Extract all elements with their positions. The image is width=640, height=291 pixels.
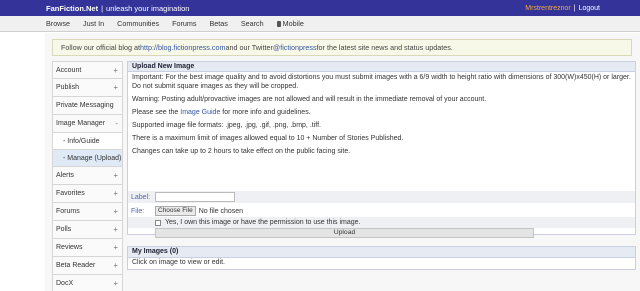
site-logo[interactable]: FanFiction.Net (46, 4, 98, 13)
brand-separator: | (101, 3, 104, 13)
sidebar-item-label: Alerts (56, 172, 74, 179)
sidebar: Account + Publish + Private Messaging Imag… (52, 61, 123, 291)
expand-icon: + (113, 225, 118, 234)
expand-icon: + (113, 207, 118, 216)
sidebar-item-docx[interactable]: DocX + (52, 275, 123, 291)
sidebar-item-label: DocX (56, 280, 74, 287)
logout-link[interactable]: Logout (579, 5, 600, 12)
page-body: Follow our official blog at http://blog.… (45, 33, 640, 291)
nav-mobile[interactable]: Mobile (276, 19, 304, 28)
upload-button[interactable]: Upload (155, 227, 534, 238)
sidebar-item-reviews[interactable]: Reviews + (52, 239, 123, 257)
sidebar-item-label: Polls (56, 226, 72, 233)
permission-label: Yes, I own this image or have the permis… (165, 219, 361, 226)
collapse-icon: - (115, 119, 118, 128)
sidebar-item-label: Favorites (56, 190, 85, 197)
upload-panel: Upload New Image Important: For the best… (127, 61, 636, 238)
sidebar-item-image-manager[interactable]: Image Manager - (52, 115, 123, 133)
announcement-bar: Follow our official blog at http://blog.… (52, 39, 632, 56)
sidebar-item-publish[interactable]: Publish + (52, 79, 123, 97)
notice-text-2: and our Twitter (225, 43, 273, 52)
expand-icon: + (113, 261, 118, 270)
sidebar-item-private-messaging[interactable]: Private Messaging (52, 97, 123, 115)
user-menu: Mrstrentreznor | Logout (525, 5, 600, 12)
nav-mobile-label: Mobile (282, 19, 304, 28)
image-guide-link[interactable]: Image Guide (180, 109, 220, 116)
label-input[interactable] (155, 192, 235, 202)
notice-text-1: Follow our official blog at (61, 43, 140, 52)
nav-forums[interactable]: Forums (172, 19, 196, 28)
file-status: No file chosen (198, 207, 244, 215)
expand-icon: + (113, 279, 118, 288)
sidebar-item-label: Publish (56, 84, 79, 91)
sidebar-item-favorites[interactable]: Favorites + (52, 185, 123, 203)
sidebar-item-beta-reader[interactable]: Beta Reader + (52, 257, 123, 275)
top-bar: FanFiction.Net | unleash your imaginatio… (0, 0, 640, 16)
my-images-panel: My Images (0) Click on image to view or … (127, 246, 636, 270)
guide-note: Please see the Image Guide for more info… (132, 109, 631, 118)
username-link[interactable]: Mrstrentreznor (525, 5, 571, 12)
sidebar-item-label: Reviews (56, 244, 83, 251)
my-images-title: My Images (0) (128, 247, 635, 258)
important-note: Important: For the best image quality an… (132, 74, 631, 90)
sidebar-item-label: - Info/Guide (63, 137, 100, 145)
nav-betas[interactable]: Betas (209, 19, 227, 28)
upload-instructions: Important: For the best image quality an… (128, 72, 635, 157)
limit-note: There is a maximum limit of images allow… (132, 134, 404, 142)
sidebar-item-label: - Manage (Upload) (63, 154, 122, 162)
expand-icon: + (113, 243, 118, 252)
nav-browse[interactable]: Browse (46, 19, 70, 28)
guide-text-after: for more info and guidelines. (220, 108, 311, 116)
sidebar-item-label: Beta Reader (56, 262, 96, 269)
sidebar-item-label: Image Manager (56, 120, 106, 127)
choose-file-button[interactable]: Choose File (155, 206, 196, 216)
notice-text-3: for the latest site news and status upda… (316, 43, 453, 52)
upload-row: Upload (128, 227, 635, 238)
sidebar-item-label: Account (56, 66, 82, 74)
tagline: unleash your imagination (106, 3, 190, 13)
label-row: Label: (128, 191, 635, 203)
formats-note: Supported image file formats: .jpeg, .jp… (132, 121, 321, 129)
user-separator: | (573, 4, 576, 12)
sidebar-item-info-guide[interactable]: - Info/Guide (52, 133, 123, 150)
sidebar-item-label: Forums (56, 208, 80, 215)
my-images-hint: Click on image to view or edit. (132, 259, 225, 266)
phone-icon (276, 20, 281, 27)
nav-communities[interactable]: Communities (117, 19, 159, 28)
sidebar-item-account[interactable]: Account + (52, 61, 123, 79)
nav-just-in[interactable]: Just In (83, 19, 104, 28)
expand-icon: + (113, 189, 118, 198)
sidebar-item-alerts[interactable]: Alerts + (52, 167, 123, 185)
panel-title: Upload New Image (128, 62, 635, 72)
delay-note: Changes can take up to 2 hours to take e… (132, 148, 351, 156)
guide-text-before: Please see the (132, 108, 181, 116)
file-field-label: File: (131, 207, 145, 215)
file-row: File: Choose File No file chosen (128, 205, 635, 217)
permission-checkbox[interactable] (155, 219, 161, 226)
sidebar-item-polls[interactable]: Polls + (52, 221, 123, 239)
sidebar-item-forums[interactable]: Forums + (52, 203, 123, 221)
blog-link[interactable]: http://blog.fictionpress.com (140, 43, 226, 52)
expand-icon: + (113, 171, 118, 180)
nav-search[interactable]: Search (241, 19, 264, 28)
warning-note: Warning: Posting adult/provactive images… (132, 95, 487, 103)
label-field-label: Label: (131, 193, 151, 201)
expand-icon: + (113, 83, 118, 92)
main-nav: Browse Just In Communities Forums Betas … (0, 16, 640, 32)
sidebar-item-manage-upload[interactable]: - Manage (Upload) (52, 150, 123, 167)
expand-icon: + (113, 66, 118, 75)
twitter-link[interactable]: @fictionpress (273, 43, 317, 52)
sidebar-item-label: Private Messaging (56, 102, 114, 109)
